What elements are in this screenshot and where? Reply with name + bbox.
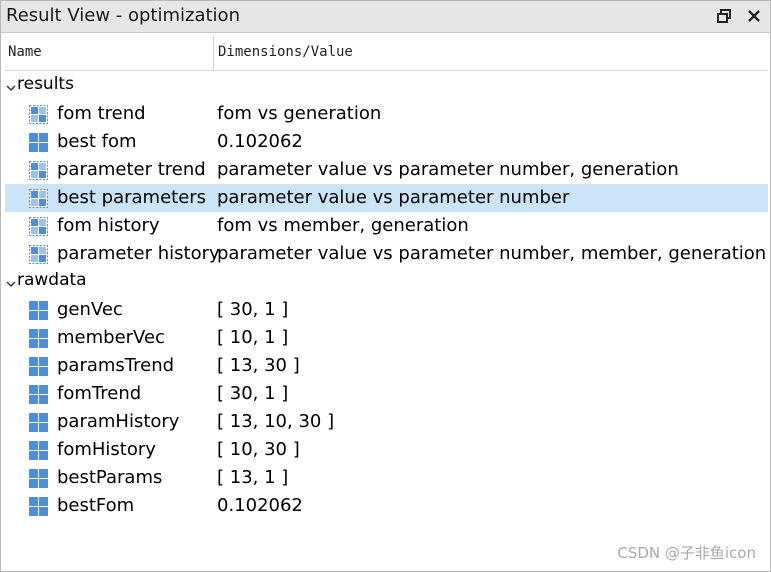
tree-item-row[interactable]: fom trend fom vs generation xyxy=(5,100,768,128)
tree-item-name: best fom xyxy=(57,131,137,152)
title-bar: Result View - optimization xyxy=(1,1,770,33)
matrix-icon xyxy=(29,441,48,460)
tree-item-row[interactable]: bestFom 0.102062 xyxy=(5,492,768,520)
tree-item-name: best parameters xyxy=(57,187,207,208)
group-label: rawdata xyxy=(17,270,87,290)
matrix-icon xyxy=(29,413,48,432)
tree-group-rawdata[interactable]: rawdata xyxy=(5,268,768,296)
tree-item-name: fom trend xyxy=(57,103,146,124)
tree-item-value: [ 10, 1 ] xyxy=(217,327,289,348)
tree-item-value: [ 13, 1 ] xyxy=(217,467,289,488)
matrix-icon xyxy=(29,329,48,348)
tree-item-value: fom vs member, generation xyxy=(217,215,469,236)
tree-item-row[interactable]: best fom 0.102062 xyxy=(5,128,768,156)
window-title: Result View - optimization xyxy=(6,5,240,26)
dataset-sparse-icon xyxy=(29,217,48,236)
tree-item-value: parameter value vs parameter number, mem… xyxy=(217,243,767,264)
dataset-sparse-icon xyxy=(29,245,48,264)
matrix-icon xyxy=(29,357,48,376)
dataset-sparse-icon xyxy=(29,161,48,180)
matrix-icon xyxy=(29,385,48,404)
matrix-icon xyxy=(29,469,48,488)
matrix-icon xyxy=(29,497,48,516)
tree-item-value: [ 10, 30 ] xyxy=(217,439,300,460)
tree-item-row[interactable]: fomHistory [ 10, 30 ] xyxy=(5,436,768,464)
column-divider[interactable] xyxy=(213,35,214,70)
tree-item-row[interactable]: fom history fom vs member, generation xyxy=(5,212,768,240)
tree-group-results[interactable]: results xyxy=(5,72,768,100)
matrix-icon xyxy=(29,301,48,320)
matrix-icon xyxy=(29,133,48,152)
tree-item-name: fom history xyxy=(57,215,160,236)
tree-item-value: [ 30, 1 ] xyxy=(217,383,289,404)
restore-window-icon[interactable] xyxy=(716,8,732,24)
tree-item-value: fom vs generation xyxy=(217,103,382,124)
tree-item-name: paramsTrend xyxy=(57,355,175,376)
tree-item-name: parameter trend xyxy=(57,159,206,180)
tree-item-name: bestFom xyxy=(57,495,135,516)
close-icon[interactable] xyxy=(746,8,762,24)
tree-item-row[interactable]: bestParams [ 13, 1 ] xyxy=(5,464,768,492)
tree-item-name: parameter history xyxy=(57,243,220,264)
tree-item-name: fomTrend xyxy=(57,383,142,404)
tree-item-value: parameter value vs parameter number xyxy=(217,187,570,208)
tree-item-value: [ 30, 1 ] xyxy=(217,299,289,320)
dataset-sparse-icon xyxy=(29,189,48,208)
tree-item-value: [ 13, 10, 30 ] xyxy=(217,411,335,432)
column-header: Name Dimensions/Value xyxy=(5,35,768,71)
tree-item-row[interactable]: paramsTrend [ 13, 30 ] xyxy=(5,352,768,380)
tree-item-row[interactable]: best parameters parameter value vs parame… xyxy=(5,184,768,212)
tree-item-name: paramHistory xyxy=(57,411,180,432)
tree-item-name: fomHistory xyxy=(57,439,156,460)
chevron-down-icon[interactable] xyxy=(6,78,16,91)
group-label: results xyxy=(17,74,74,94)
tree-item-name: bestParams xyxy=(57,467,163,488)
column-header-name[interactable]: Name xyxy=(8,44,42,60)
tree-item-name: memberVec xyxy=(57,327,165,348)
tree-item-value: 0.102062 xyxy=(217,131,303,152)
tree-item-row[interactable]: parameter trend parameter value vs parame… xyxy=(5,156,768,184)
tree-item-row[interactable]: memberVec [ 10, 1 ] xyxy=(5,324,768,352)
tree-item-row[interactable]: parameter history parameter value vs para… xyxy=(5,240,768,268)
tree-item-value: [ 13, 30 ] xyxy=(217,355,300,376)
tree-item-row[interactable]: fomTrend [ 30, 1 ] xyxy=(5,380,768,408)
tree-item-value: parameter value vs parameter number, gen… xyxy=(217,159,679,180)
tree-item-row[interactable]: paramHistory [ 13, 10, 30 ] xyxy=(5,408,768,436)
watermark: CSDN @子非鱼icon xyxy=(617,544,756,562)
tree-item-name: genVec xyxy=(57,299,123,320)
tree-item-value: 0.102062 xyxy=(217,495,303,516)
dataset-sparse-icon xyxy=(29,105,48,124)
result-view-window: Result View - optimization Name Dimensio… xyxy=(0,0,771,572)
tree-item-row[interactable]: genVec [ 30, 1 ] xyxy=(5,296,768,324)
chevron-down-icon[interactable] xyxy=(6,274,16,287)
column-header-dimensions[interactable]: Dimensions/Value xyxy=(218,44,353,60)
